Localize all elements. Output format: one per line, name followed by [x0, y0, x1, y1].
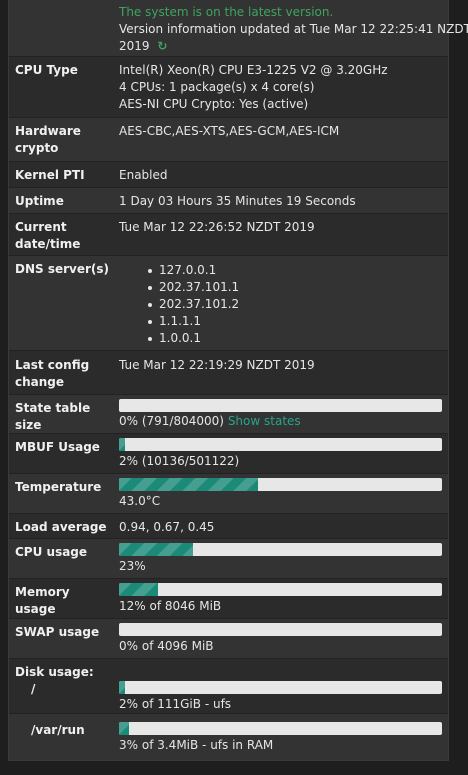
hardware-crypto-row: Hardware crypto AES-CBC,AES-XTS,AES-GCM,…	[9, 118, 448, 162]
swap-usage-text: 0% of 4096 MiB	[119, 639, 214, 653]
memory-usage-progress-bar	[119, 583, 442, 596]
uptime-row: Uptime 1 Day 03 Hours 35 Minutes 19 Seco…	[9, 188, 448, 214]
swap-usage-row: SWAP usage 0% of 4096 MiB	[9, 619, 448, 659]
refresh-icon[interactable]: ↻	[157, 39, 167, 53]
memory-usage-label: Memory usage	[15, 585, 70, 616]
dns-servers-label: DNS server(s)	[15, 262, 110, 276]
swap-usage-progress-bar	[119, 623, 442, 636]
current-datetime-label: Current date/time	[15, 220, 81, 251]
hardware-crypto-value: AES-CBC,AES-XTS,AES-GCM,AES-ICM	[119, 124, 340, 138]
temperature-progress-bar	[119, 478, 442, 491]
state-table-label: State table size	[15, 401, 91, 432]
disk-usage-varrun-row: /var/run 3% of 3.4MiB - ufs in RAM	[9, 714, 448, 760]
memory-usage-text: 12% of 8046 MiB	[119, 599, 222, 613]
uptime-value: 1 Day 03 Hours 35 Minutes 19 Seconds	[119, 194, 356, 208]
mbuf-usage-text: 2% (10136/501122)	[119, 454, 240, 468]
version-status: The system is on the latest version.	[119, 5, 334, 19]
mbuf-progress-bar	[119, 438, 442, 451]
cpu-usage-progress-bar	[119, 543, 442, 556]
disk-usage-root-row: Disk usage: / 2% of 111GiB - ufs	[9, 659, 448, 714]
cpu-usage-row: CPU usage 23%	[9, 539, 448, 579]
mbuf-usage-row: MBUF Usage 2% (10136/501122)	[9, 434, 448, 474]
last-config-change-row: Last config change Tue Mar 12 22:19:29 N…	[9, 351, 448, 395]
dns-server-item: 1.0.0.1	[119, 330, 442, 347]
load-average-value: 0.94, 0.67, 0.45	[119, 520, 215, 534]
swap-usage-label: SWAP usage	[15, 625, 100, 639]
temperature-row: Temperature 43.0°C	[9, 474, 448, 514]
temperature-label: Temperature	[15, 480, 102, 494]
disk-root-text: 2% of 111GiB - ufs	[119, 697, 232, 711]
mbuf-progress-fill	[119, 438, 126, 451]
last-config-change-label: Last config change	[15, 358, 90, 389]
dns-server-item: 202.37.101.2	[119, 296, 442, 313]
kernel-pti-row: Kernel PTI Enabled	[9, 162, 448, 188]
cpu-type-value: Intel(R) Xeon(R) CPU E3-1225 V2 @ 3.20GH…	[119, 62, 442, 113]
cpu-usage-text: 23%	[119, 559, 146, 573]
dns-server-list: 127.0.0.1 202.37.101.1 202.37.101.2 1.1.…	[119, 262, 442, 347]
version-row: The system is on the latest version. Ver…	[9, 0, 468, 57]
cpu-count: 4 CPUs: 1 package(s) x 4 core(s)	[119, 80, 315, 94]
state-table-text-wrap: 0% (791/804000) Show states	[119, 413, 301, 430]
aes-ni-status: AES-NI CPU Crypto: Yes (active)	[119, 97, 309, 111]
uptime-label: Uptime	[15, 194, 64, 208]
temperature-text: 43.0°C	[119, 494, 161, 508]
disk-root-progress-bar	[119, 681, 442, 694]
cpu-model: Intel(R) Xeon(R) CPU E3-1225 V2 @ 3.20GH…	[119, 63, 388, 77]
dns-server-item: 202.37.101.1	[119, 279, 442, 296]
memory-usage-progress-fill	[119, 583, 158, 596]
disk-root-progress-fill	[119, 681, 126, 694]
cpu-usage-label: CPU usage	[15, 545, 88, 559]
disk-varrun-progress-bar	[119, 722, 442, 735]
state-table-progress-bar	[119, 399, 442, 412]
dns-server-item: 1.1.1.1	[119, 313, 442, 330]
disk-varrun-progress-fill	[119, 722, 129, 735]
cpu-usage-progress-fill	[119, 543, 194, 556]
disk-mount-varrun: /var/run	[31, 723, 85, 737]
disk-usage-label: Disk usage:	[15, 665, 94, 679]
temperature-progress-fill	[119, 478, 258, 491]
version-updated-line1: Version information updated at Tue Mar 1…	[119, 22, 468, 36]
memory-usage-row: Memory usage 12% of 8046 MiB	[9, 579, 448, 619]
current-datetime-value: Tue Mar 12 22:26:52 NZDT 2019	[119, 220, 315, 234]
system-information-panel: The system is on the latest version. Ver…	[8, 0, 468, 761]
hardware-crypto-label: Hardware crypto	[15, 124, 81, 155]
kernel-pti-value: Enabled	[119, 168, 168, 182]
cpu-type-label: CPU Type	[15, 63, 78, 77]
disk-mount-root: /	[31, 682, 36, 696]
disk-varrun-text: 3% of 3.4MiB - ufs in RAM	[119, 738, 274, 752]
dns-servers-row: DNS server(s) 127.0.0.1 202.37.101.1 202…	[9, 256, 448, 351]
version-value: The system is on the latest version. Ver…	[119, 4, 468, 55]
kernel-pti-label: Kernel PTI	[15, 168, 85, 182]
cpu-type-row: CPU Type Intel(R) Xeon(R) CPU E3-1225 V2…	[9, 57, 448, 118]
load-average-label: Load average	[15, 520, 107, 534]
mbuf-usage-label: MBUF Usage	[15, 440, 100, 454]
state-table-row: State table size 0% (791/804000) Show st…	[9, 395, 448, 434]
dns-server-item: 127.0.0.1	[119, 262, 442, 279]
current-datetime-row: Current date/time Tue Mar 12 22:26:52 NZ…	[9, 214, 448, 256]
version-updated-line2: 2019	[119, 39, 150, 53]
last-config-change-value: Tue Mar 12 22:19:29 NZDT 2019	[119, 358, 315, 372]
load-average-row: Load average 0.94, 0.67, 0.45	[9, 514, 448, 539]
state-table-text: 0% (791/804000)	[119, 414, 224, 428]
show-states-link[interactable]: Show states	[228, 414, 301, 428]
dns-servers-value: 127.0.0.1 202.37.101.1 202.37.101.2 1.1.…	[119, 262, 442, 347]
